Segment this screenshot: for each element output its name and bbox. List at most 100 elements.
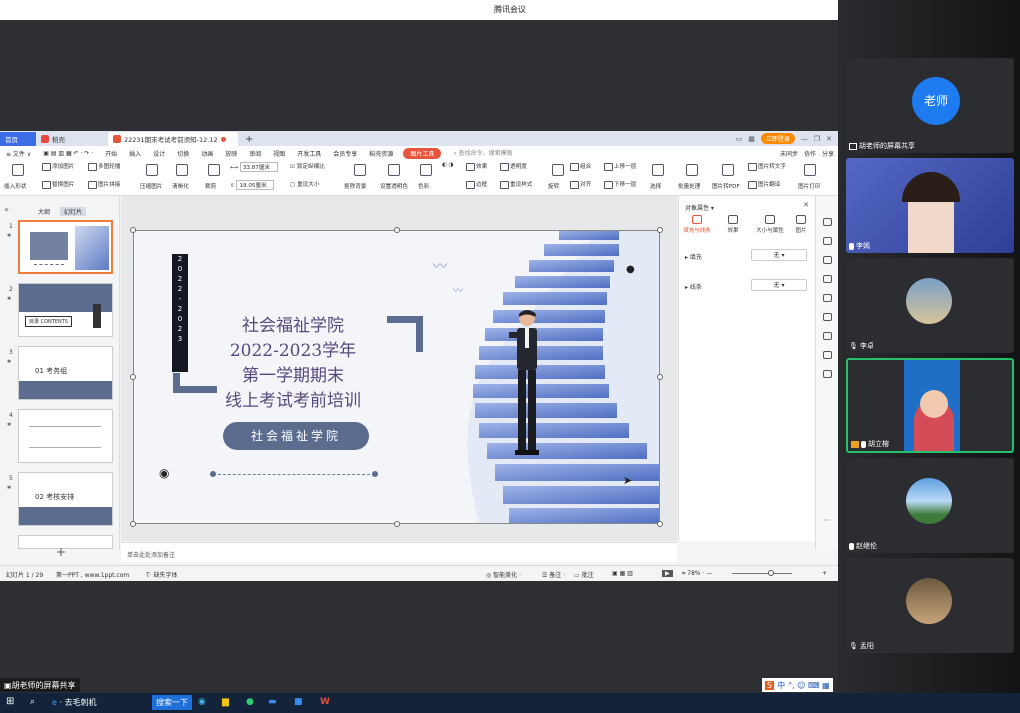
border-button[interactable]: 边框	[466, 180, 487, 189]
clarify-icon[interactable]	[176, 164, 188, 176]
menu-item[interactable]: 稻壳资源	[363, 149, 399, 158]
participant-tile[interactable]: 🎙 李卓	[846, 258, 1014, 353]
ime-mode[interactable]: 中	[777, 680, 785, 691]
menu-item[interactable]: 视图	[267, 149, 291, 158]
transparent-color-icon[interactable]	[388, 164, 400, 176]
menu-item[interactable]: 放映	[219, 149, 243, 158]
send-backward-button[interactable]: 下移一层	[604, 180, 636, 189]
view-mode-icons[interactable]: ▣ ▦ ▥	[612, 570, 633, 577]
participant-tile-active[interactable]: 胡立榕	[846, 358, 1014, 453]
thumbnail-slide-4[interactable]	[18, 409, 113, 463]
start-icon[interactable]: ⊞	[6, 696, 14, 707]
menu-item[interactable]: 开发工具	[291, 149, 327, 158]
notes-toggle[interactable]: ☰ 备注 ·	[542, 570, 565, 579]
width-field[interactable]: ⟷ 33.87厘米	[230, 162, 278, 172]
location-icon[interactable]	[823, 332, 832, 340]
close-icon[interactable]: ✕	[826, 135, 832, 143]
collaborate-button[interactable]: 协作	[804, 149, 816, 158]
multi-carousel-button[interactable]: 多图轮播	[88, 162, 120, 171]
comments-toggle[interactable]: ▭ 批注	[574, 570, 594, 579]
more-icon[interactable]: ···	[823, 516, 831, 525]
menu-item[interactable]: 插入	[123, 149, 147, 158]
brightness-icons[interactable]: ◐ ◑	[442, 162, 454, 168]
minimize-icon[interactable]: —	[801, 135, 808, 143]
fill-section-toggle[interactable]: ▸ 填充	[685, 252, 702, 261]
menu-item[interactable]: 动画	[195, 149, 219, 158]
app-icon[interactable]: ●	[246, 697, 254, 707]
slide-editing-canvas[interactable]: 2 0 2 2 - 2 0 2 3 社会福祉学院 2022-2023学年 第一学…	[121, 196, 677, 541]
add-picture-button[interactable]: 添加图片	[42, 162, 74, 171]
menu-item[interactable]: 开始	[99, 149, 123, 158]
reset-size-button[interactable]: ▢ 重设大小	[290, 180, 319, 188]
new-tab-button[interactable]: +	[240, 132, 258, 146]
participant-tile[interactable]: 🎙 孟阳	[846, 558, 1014, 653]
select-button[interactable]: 选择	[650, 182, 661, 190]
color-button[interactable]: 色彩	[418, 182, 429, 190]
menu-picture-tools[interactable]: 图片工具	[403, 147, 442, 159]
batch-button[interactable]: 批量处理	[678, 182, 700, 190]
clarify-button[interactable]: 清晰化	[172, 182, 189, 190]
rotate-button[interactable]: 旋转	[548, 182, 559, 190]
play-button[interactable]: ▶	[662, 570, 673, 577]
pen-icon[interactable]	[823, 218, 832, 226]
sync-status[interactable]: 未同步	[780, 149, 798, 158]
zoom-level[interactable]: ⌗ 78% · —	[682, 570, 712, 578]
search-button[interactable]: 搜索一下	[152, 695, 192, 710]
thumbnail-slide-3[interactable]: 01 考务组	[18, 346, 113, 400]
properties-icon[interactable]	[823, 237, 832, 245]
picture-stitch-button[interactable]: 图片拼接	[88, 180, 120, 189]
command-search[interactable]: ⌕ 查找命令、搜索模板	[445, 148, 512, 158]
resize-handle[interactable]	[130, 227, 136, 233]
menu-item[interactable]: 会员专享	[327, 149, 363, 158]
meeting-app-icon[interactable]: ▬	[268, 697, 277, 707]
tab-home[interactable]: 首页	[0, 132, 36, 146]
to-pdf-button[interactable]: 图片转PDF	[712, 182, 740, 190]
app-icon[interactable]: ■	[294, 697, 303, 707]
notes-area[interactable]: 单击此处添加备注	[121, 542, 677, 562]
crop-button[interactable]: 裁剪	[205, 182, 216, 190]
thumbnail-slide-2[interactable]: 目录 CONTENTS	[18, 283, 113, 337]
thumbnail-slide-1[interactable]	[18, 220, 113, 274]
tab-wps[interactable]: 稻壳	[36, 132, 104, 146]
effects-button[interactable]: 效果	[466, 162, 487, 171]
tab-effects[interactable]: 效果	[719, 215, 747, 234]
resize-handle[interactable]	[394, 227, 400, 233]
combine-button[interactable]: 组合	[570, 162, 591, 171]
quick-access-icons[interactable]: ▣ ▤ ▥ ▦ ↶ · ↷ ·	[37, 150, 99, 157]
align-button[interactable]: 对齐	[570, 180, 591, 189]
translate-button[interactable]: 图片翻译	[748, 180, 780, 189]
pin-icon[interactable]	[823, 256, 832, 264]
tools-icon[interactable]	[823, 313, 832, 321]
menu-item[interactable]: 审阅	[243, 149, 267, 158]
print-button[interactable]: 图片打印	[798, 182, 820, 190]
menu-item[interactable]: ≡ 文件 ∨	[0, 149, 37, 158]
layers-icon[interactable]	[823, 275, 832, 283]
participant-tile[interactable]: 老师 胡老师的屏幕共享	[846, 58, 1014, 153]
to-pdf-icon[interactable]	[722, 164, 734, 176]
zoom-in-button[interactable]: +	[822, 570, 827, 577]
zoom-slider-thumb[interactable]	[768, 570, 774, 576]
missing-font-button[interactable]: T‧ 缺失字体	[146, 570, 178, 579]
tab-picture[interactable]: 图片	[787, 215, 815, 234]
resize-handle[interactable]	[130, 374, 136, 380]
grid-icon[interactable]: ▦	[748, 135, 755, 143]
resize-handle[interactable]	[657, 521, 663, 527]
rotate-icon[interactable]	[552, 164, 564, 176]
resize-handle[interactable]	[394, 521, 400, 527]
share-button[interactable]: 分享	[822, 149, 834, 158]
participant-tile[interactable]: 李嫣	[846, 158, 1014, 253]
line-section-toggle[interactable]: ▸ 线条	[685, 282, 702, 291]
help-icon[interactable]	[823, 294, 832, 302]
wps-taskbar-icon[interactable]: W	[320, 697, 330, 707]
remove-bg-icon[interactable]	[354, 164, 366, 176]
app-icon[interactable]: ◉	[198, 697, 206, 707]
select-icon[interactable]	[652, 164, 664, 176]
menu-item[interactable]: 设计	[147, 149, 171, 158]
resize-handle[interactable]	[657, 227, 663, 233]
resize-handle[interactable]	[657, 374, 663, 380]
taskbar-search[interactable]: e · 去毛刺机	[52, 697, 97, 708]
insert-shape-icon[interactable]	[12, 164, 24, 176]
folder-icon[interactable]: ▆	[222, 697, 229, 707]
ime-toolbar[interactable]: S 中 °, ☺ ⌨ ▦	[762, 678, 833, 692]
compress-button[interactable]: 压缩图片	[140, 182, 162, 190]
